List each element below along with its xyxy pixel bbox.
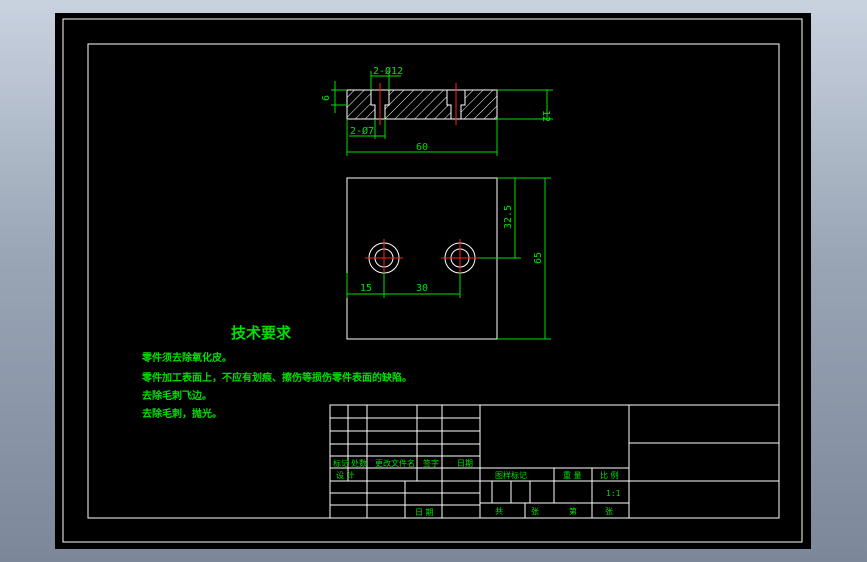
dim-hole-x1: 15	[360, 283, 372, 294]
page-label: 第	[569, 506, 577, 516]
cad-drawing: 2-Ø12 2-Ø7 60 6 12 32.5 65 15 30 技术要求 零件…	[62, 18, 803, 543]
dim-thickness: 12	[540, 110, 551, 122]
tech-line: 零件须去除氧化皮。	[141, 351, 232, 364]
top-view: 32.5 65 15 30	[346, 177, 551, 340]
front-section-view: 2-Ø12 2-Ø7 60 6 12	[321, 65, 553, 156]
date-label: 日 期	[415, 508, 434, 517]
dim-hole-dia: 2-Ø12	[373, 65, 403, 77]
tech-line: 去除毛刺飞边。	[142, 389, 212, 402]
dim-depth: 6	[321, 95, 332, 101]
title-block: 标记 处数 更改文件名 签字 日期 设 计 日 期 图样标记 重 量 比 例 1…	[329, 404, 780, 519]
dim-hole-spacing: 30	[416, 283, 428, 294]
tech-line: 去除毛刺，抛光。	[142, 407, 222, 420]
design-label: 设 计	[336, 470, 355, 480]
rev-header: 日期	[457, 459, 473, 468]
sheet-label: 张	[531, 507, 539, 516]
weight-label: 重 量	[563, 470, 582, 480]
scale-value: 1:1	[606, 489, 621, 498]
sheet-label: 张	[605, 507, 613, 516]
stage-mark-label: 图样标记	[495, 470, 527, 480]
tech-line: 零件加工表面上，不应有划痕、擦伤等损伤零件表面的缺陷。	[141, 371, 412, 384]
dim-hole-y: 32.5	[503, 205, 514, 229]
rev-header: 标记	[333, 458, 349, 468]
dim-counter-dia: 2-Ø7	[350, 125, 374, 137]
tech-title: 技术要求	[231, 324, 292, 342]
total-label: 共	[495, 507, 503, 516]
rev-header: 处数	[351, 458, 367, 468]
section-hatch	[347, 90, 497, 119]
rev-header: 签字	[423, 458, 439, 468]
dim-width: 60	[416, 142, 428, 153]
dim-height: 65	[533, 252, 544, 264]
technical-requirements: 技术要求 零件须去除氧化皮。 零件加工表面上，不应有划痕、擦伤等损伤零件表面的缺…	[141, 324, 412, 420]
drawing-viewport: 2-Ø12 2-Ø7 60 6 12 32.5 65 15 30 技术要求 零件…	[55, 13, 811, 549]
rev-header: 更改文件名	[375, 458, 415, 468]
scale-label: 比 例	[600, 470, 619, 480]
